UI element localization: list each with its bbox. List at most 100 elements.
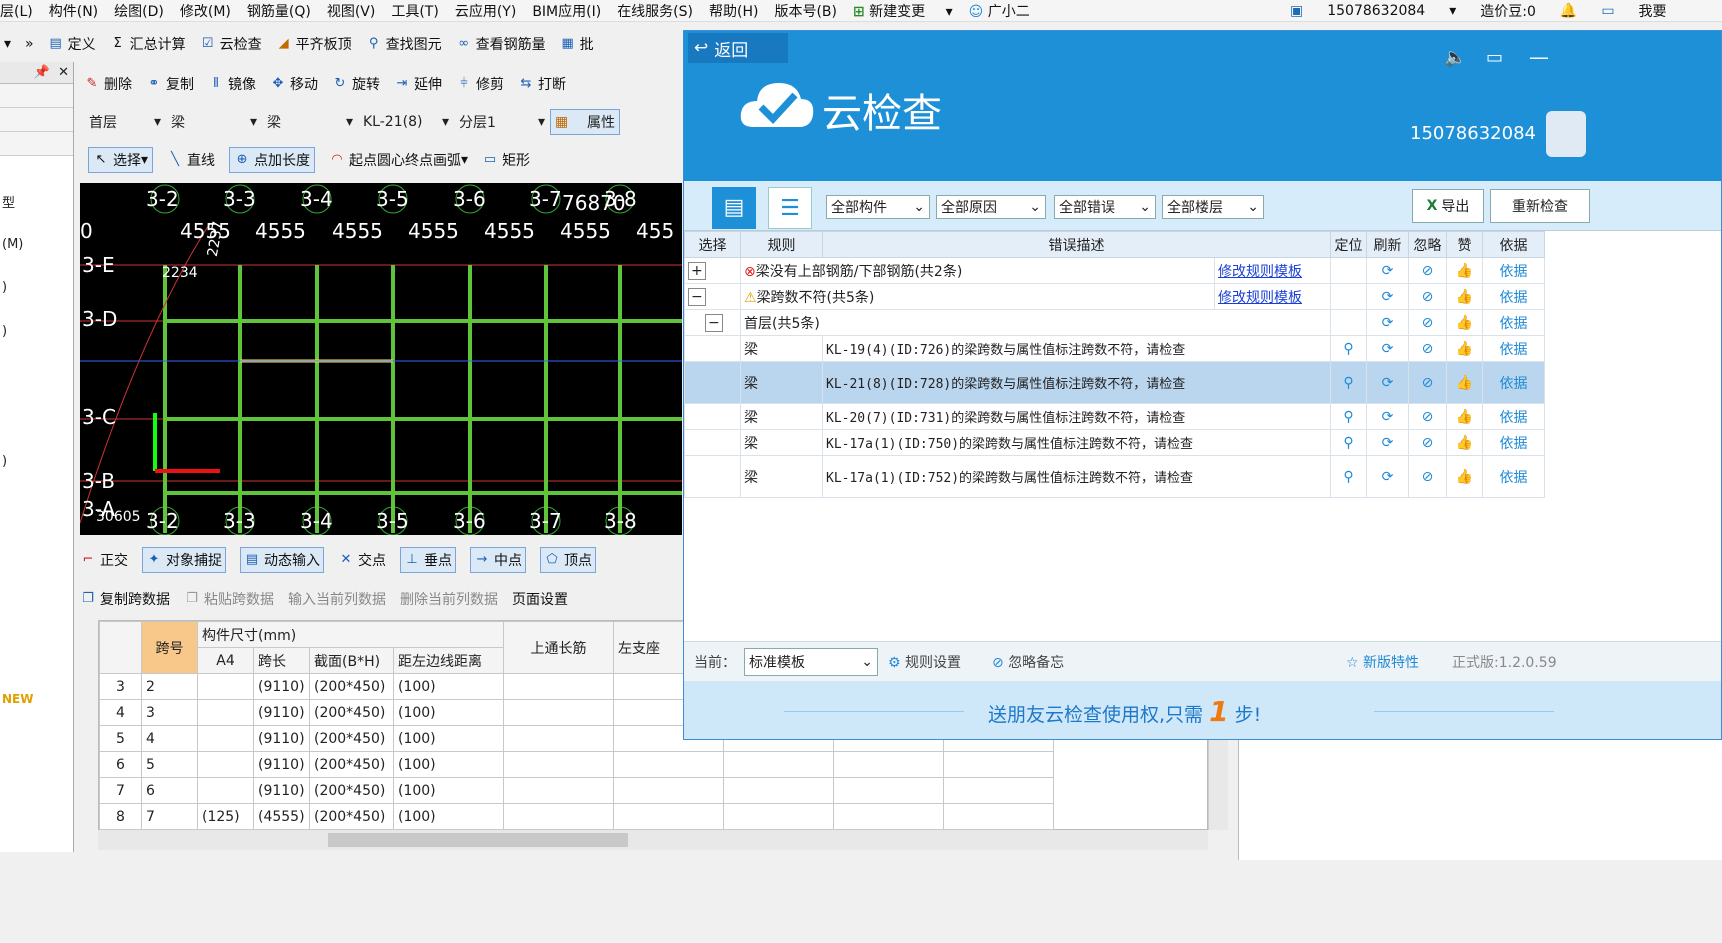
edit-rule-link[interactable]: 修改规则模板 <box>1214 283 1331 310</box>
paste-span-button[interactable]: ❐ 粘贴跨数据 <box>184 589 274 609</box>
locate-pin-icon[interactable]: ⚲ <box>1330 429 1367 456</box>
span-cell[interactable]: 5 <box>141 751 198 778</box>
tree-item[interactable]: 型 <box>2 192 15 211</box>
floor-filter[interactable]: 全部楼层 ⌄ <box>1162 195 1264 219</box>
align-slab-top-button[interactable]: ◢ 平齐板顶 <box>276 34 352 54</box>
menu-new-change[interactable]: ⊞ 新建变更 ▾ <box>853 1 953 21</box>
span-cell[interactable]: 2 <box>141 673 198 700</box>
tree-item[interactable]: ) <box>2 454 7 469</box>
result-row[interactable]: 梁 KL-19(4)(ID:726)的梁跨数与属性值标注跨数不符，请检查 ⚲ ⟳… <box>684 335 1545 362</box>
refresh-icon[interactable]: ⟳ <box>1366 257 1409 284</box>
basis-link[interactable]: 依据 <box>1482 335 1545 362</box>
cell[interactable] <box>613 777 724 804</box>
distance-cell[interactable]: (100) <box>393 803 504 830</box>
ignore-icon[interactable]: ⊘ <box>1408 455 1447 498</box>
a4-cell[interactable] <box>197 673 254 700</box>
result-row[interactable]: 梁 KL-17a(1)(ID:752)的梁跨数与属性值标注跨数不符，请检查 ⚲ … <box>684 455 1545 498</box>
move-button[interactable]: ✥ 移动 <box>270 74 318 94</box>
edit-rule-link[interactable]: 修改规则模板 <box>1214 257 1331 284</box>
rect-button[interactable]: ▭ 矩形 <box>482 150 530 170</box>
more-chevron[interactable]: » <box>25 36 34 52</box>
floor-select[interactable]: 首层 ▾ <box>84 109 166 135</box>
want-label[interactable]: 我要 <box>1639 1 1667 21</box>
chat-icon[interactable]: ▭ <box>1486 47 1503 68</box>
result-row[interactable]: 梁 KL-20(7)(ID:731)的梁跨数与属性值标注跨数不符，请检查 ⚲ ⟳… <box>684 403 1545 430</box>
section-cell[interactable]: (200*450) <box>309 699 394 726</box>
pin-icon[interactable]: 📌 <box>34 65 50 80</box>
length-cell[interactable]: (9110) <box>253 725 310 752</box>
cell[interactable] <box>613 803 724 830</box>
refresh-icon[interactable]: ⟳ <box>1366 455 1409 498</box>
cell[interactable] <box>503 777 614 804</box>
refresh-icon[interactable]: ⟳ <box>1366 361 1409 404</box>
locate-pin-icon[interactable]: ⚲ <box>1330 335 1367 362</box>
menu-tools[interactable]: 工具(T) <box>391 1 438 21</box>
expand-toggle[interactable]: + <box>684 257 741 284</box>
expand-toggle[interactable]: − <box>684 283 741 310</box>
section-cell[interactable]: (200*450) <box>309 725 394 752</box>
ignore-icon[interactable]: ⊘ <box>1408 429 1447 456</box>
type-select[interactable]: 梁 ▾ <box>166 109 262 135</box>
cell[interactable] <box>943 803 1054 830</box>
select-cell[interactable] <box>684 361 741 404</box>
basis-link[interactable]: 依据 <box>1482 455 1545 498</box>
floor-row[interactable]: − 首层(共5条) ⟳ ⊘ 👍 依据 <box>684 309 1545 336</box>
ortho-toggle[interactable]: ⌐ 正交 <box>80 550 128 570</box>
panel-selector-3[interactable] <box>0 132 73 156</box>
distance-cell[interactable]: (100) <box>393 751 504 778</box>
ignore-memo-button[interactable]: ⊘ 忽略备忘 <box>992 652 1064 672</box>
element-select[interactable]: KL-21(8) ▾ <box>358 109 454 135</box>
menu-view[interactable]: 视图(V) <box>327 1 376 21</box>
span-cell[interactable]: 6 <box>141 777 198 804</box>
menu-rebar[interactable]: 钢筋量(Q) <box>247 1 311 21</box>
a4-cell[interactable] <box>197 725 254 752</box>
like-icon[interactable]: 👍 <box>1446 361 1483 404</box>
menu-modify[interactable]: 修改(M) <box>180 1 231 21</box>
distance-cell[interactable]: (100) <box>393 725 504 752</box>
a4-cell[interactable] <box>197 777 254 804</box>
arc-button[interactable]: ◠ 起点圆心终点画弧 ▾ <box>329 150 468 170</box>
subtype-select[interactable]: 梁 ▾ <box>262 109 358 135</box>
menu-cloud[interactable]: 云应用(Y) <box>455 1 516 21</box>
cell[interactable] <box>503 803 614 830</box>
cell[interactable] <box>613 751 724 778</box>
horizontal-scrollbar[interactable] <box>98 830 1208 850</box>
distance-cell[interactable]: (100) <box>393 699 504 726</box>
break-button[interactable]: ⇆ 打断 <box>518 74 566 94</box>
copy-span-button[interactable]: ❐ 复制跨数据 <box>80 589 170 609</box>
dynamic-input-toggle[interactable]: ▤ 动态输入 <box>240 547 324 573</box>
table-row[interactable]: 8 7 (125) (4555) (200*450) (100) <box>99 803 1054 830</box>
cell[interactable] <box>503 725 614 752</box>
cell[interactable] <box>503 751 614 778</box>
section-cell[interactable]: (200*450) <box>309 803 394 830</box>
cell[interactable] <box>723 777 834 804</box>
view-rebar-button[interactable]: ∞ 查看钢筋量 <box>456 34 545 54</box>
like-icon[interactable]: 👍 <box>1446 403 1483 430</box>
expand-toggle[interactable]: − <box>684 309 741 336</box>
like-icon[interactable]: 👍 <box>1446 257 1483 284</box>
tree-item[interactable]: ) <box>2 324 7 339</box>
menu-layer[interactable]: 层(L) <box>0 1 33 21</box>
account-phone[interactable]: 15078632084 <box>1327 3 1425 19</box>
copy-button[interactable]: ⚭ 复制 <box>146 74 194 94</box>
ignore-icon[interactable]: ⊘ <box>1408 283 1447 310</box>
distance-cell[interactable]: (100) <box>393 673 504 700</box>
recheck-button[interactable]: 重新检查 <box>1490 189 1590 223</box>
span-cell[interactable]: 3 <box>141 699 198 726</box>
cell[interactable] <box>943 777 1054 804</box>
span-cell[interactable]: 7 <box>141 803 198 830</box>
panel-selector[interactable] <box>0 84 73 108</box>
table-row[interactable]: 6 5 (9110) (200*450) (100) <box>99 751 1054 778</box>
trim-button[interactable]: ⫩ 修剪 <box>456 74 504 94</box>
like-icon[interactable]: 👍 <box>1446 429 1483 456</box>
point-length-button[interactable]: ⊕ 点加长度 <box>229 147 316 173</box>
export-button[interactable]: X 导出 <box>1412 189 1484 223</box>
batch-button[interactable]: ▦ 批 <box>560 34 593 54</box>
cell[interactable] <box>503 699 614 726</box>
list-view-tab[interactable]: ▤ <box>712 187 756 229</box>
extend-button[interactable]: ⇥ 延伸 <box>394 74 442 94</box>
cell[interactable] <box>503 673 614 700</box>
input-column-button[interactable]: 输入当前列数据 <box>288 589 386 609</box>
select-cell[interactable] <box>684 429 741 456</box>
cell[interactable] <box>723 803 834 830</box>
